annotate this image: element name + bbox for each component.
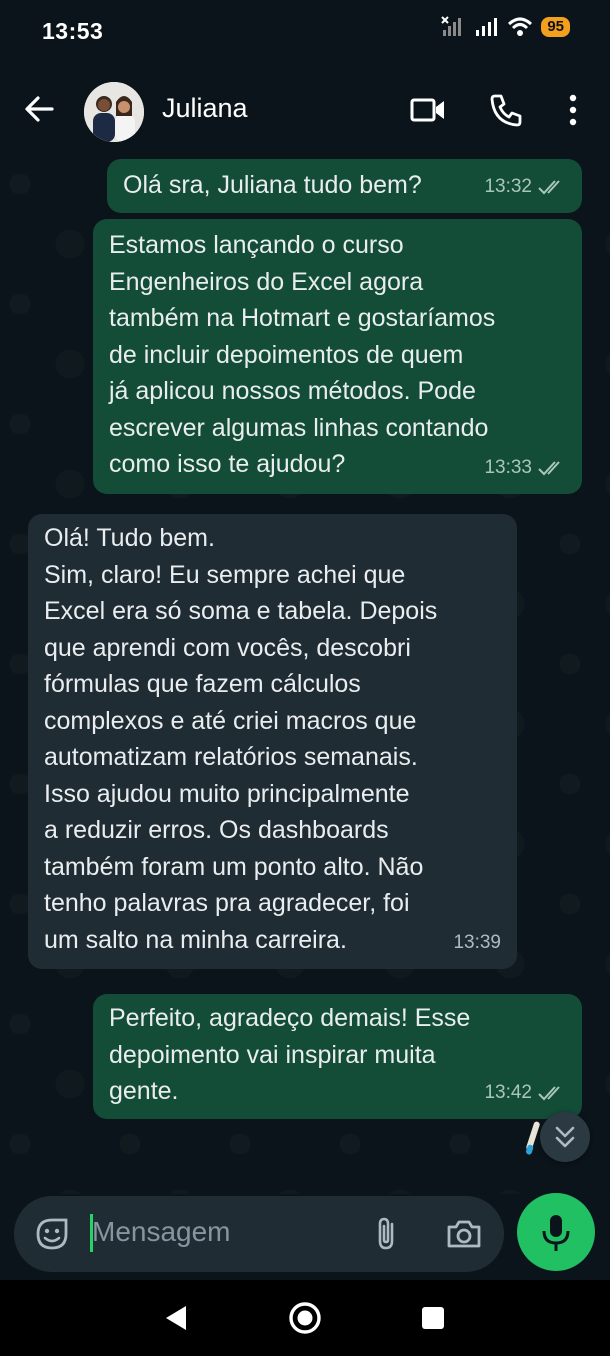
message-time: 13:33 [484,456,532,478]
message-composer[interactable]: Mensagem [14,1196,504,1272]
message-time: 13:39 [453,931,501,953]
message-time: 13:32 [484,175,532,197]
double-check-icon [538,180,560,195]
message-meta: 13:42 [484,1075,566,1112]
contact-name[interactable]: Juliana [162,93,248,124]
video-call-icon[interactable] [408,90,448,130]
message-text: Olá! Tudo bem. Sim, claro! Eu sempre ach… [44,524,438,954]
chat-area[interactable]: Olá sra, Juliana tudo bem? 13:32 Estamos… [0,154,610,1194]
system-nav-bar [0,1280,610,1356]
wifi-icon [508,17,533,36]
scroll-to-bottom-button[interactable] [540,1112,590,1162]
message-bubble-outgoing[interactable]: Perfeito, agradeço demais! Esse depoimen… [93,994,582,1119]
phone-icon[interactable] [486,90,526,130]
battery-badge: 95 [541,17,570,37]
status-icons: 95 [441,16,570,38]
signal-icon [476,18,498,36]
message-time: 13:42 [484,1081,532,1103]
message-input[interactable]: Mensagem [92,1216,231,1248]
camera-icon[interactable] [444,1214,484,1254]
no-signal-icon [441,16,462,36]
status-time: 13:53 [42,18,104,44]
chat-header: Juliana [0,62,610,154]
avatar[interactable] [84,82,144,142]
nav-back-icon[interactable] [158,1300,194,1336]
message-bubble-outgoing[interactable]: Estamos lançando o curso Engenheiros do … [93,219,582,494]
attach-icon[interactable] [366,1214,406,1254]
message-bubble-outgoing[interactable]: Olá sra, Juliana tudo bem? 13:32 [107,159,582,213]
double-check-icon [538,461,560,476]
double-check-icon [538,1086,560,1101]
back-arrow-icon[interactable] [22,92,56,126]
message-meta: 13:33 [484,450,566,487]
message-bubble-incoming[interactable]: Olá! Tudo bem. Sim, claro! Eu sempre ach… [28,514,517,969]
mic-icon [542,1215,570,1251]
avatar-photo [84,82,144,142]
message-text: Estamos lançando o curso Engenheiros do … [109,231,496,478]
voice-message-button[interactable] [517,1193,595,1271]
nav-home-icon[interactable] [287,1300,323,1336]
sticker-icon[interactable] [32,1214,72,1254]
message-meta: 13:32 [484,169,566,206]
double-chevron-down-icon [555,1126,575,1148]
nav-recents-icon[interactable] [415,1300,451,1336]
status-bar: 13:53 95 [0,0,610,62]
more-vert-icon[interactable] [553,90,593,130]
message-meta: 13:39 [453,925,501,962]
